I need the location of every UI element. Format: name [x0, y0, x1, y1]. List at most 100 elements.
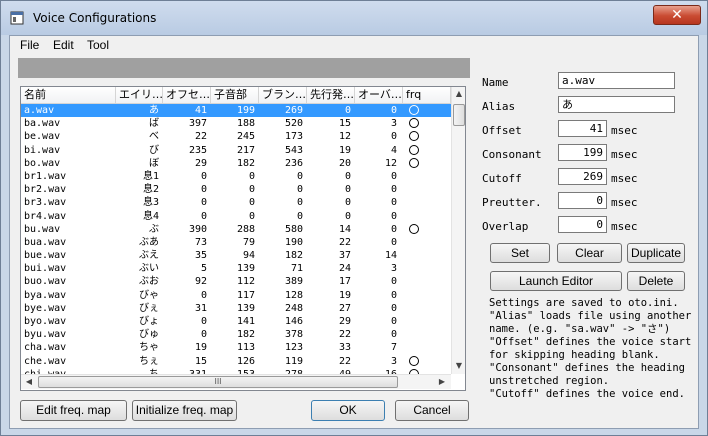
col-header-consonant[interactable]: 子音部	[211, 87, 259, 103]
voice-config-window: Voice Configurations ✕ File Edit Tool 名前…	[0, 0, 708, 436]
cutoff-label: Cutoff	[482, 172, 522, 185]
table-row[interactable]: bui.wav ぶい 5 139 71 24 3	[21, 262, 451, 275]
offset-unit: msec	[611, 124, 638, 137]
table-cell: 20	[338, 157, 351, 169]
clear-button[interactable]: Clear	[557, 243, 622, 263]
scroll-right-icon[interactable]: ▶	[435, 375, 449, 389]
table-row[interactable]: bi.wav び 235 217 543 19 4	[21, 144, 451, 157]
table-cell: che.wav	[24, 355, 67, 367]
title-bar[interactable]: Voice Configurations ✕	[1, 1, 707, 35]
table-row[interactable]: bue.wav ぶえ 35 94 182 37 14	[21, 249, 451, 262]
table-cell: 37	[338, 250, 351, 262]
menu-tool[interactable]: Tool	[87, 38, 109, 52]
voice-list[interactable]: 名前 エイリ… オフセ… 子音部 ブラン… 先行発… オーバ… frq a.wa…	[20, 86, 466, 391]
launch-editor-button[interactable]: Launch Editor	[490, 271, 622, 291]
table-row[interactable]: br2.wav 息2 0 0 0 0 0	[21, 183, 451, 196]
frq-circle-icon	[409, 118, 419, 129]
table-row[interactable]: bua.wav ぶあ 73 79 190 22 0	[21, 236, 451, 249]
col-header-name[interactable]: 名前	[21, 87, 116, 103]
consonant-field[interactable]: 199	[558, 144, 607, 161]
table-cell: ba.wav	[24, 118, 61, 130]
table-cell: 0	[390, 329, 397, 341]
duplicate-button[interactable]: Duplicate	[627, 243, 685, 263]
ok-button[interactable]: OK	[311, 400, 385, 421]
table-row[interactable]: bu.wav ぶ 390 288 580 14 0	[21, 223, 451, 236]
table-cell: ぶあ	[139, 236, 159, 248]
horizontal-scrollbar[interactable]: ◀ III ▶	[21, 374, 451, 389]
table-cell: 5	[200, 263, 207, 275]
set-button[interactable]: Set	[490, 243, 550, 263]
client-area: File Edit Tool 名前 エイリ… オフセ… 子音部 ブラン… 先行発…	[9, 35, 699, 429]
offset-field[interactable]: 41	[558, 120, 607, 137]
table-cell: 0	[390, 302, 397, 314]
table-cell: 14	[384, 250, 397, 262]
name-field[interactable]: a.wav	[558, 72, 675, 89]
table-row[interactable]: bya.wav びゃ 0 117 128 19 0	[21, 289, 451, 302]
table-cell: 0	[248, 197, 255, 209]
table-row[interactable]: buo.wav ぶお 92 112 389 17 0	[21, 275, 451, 288]
table-cell: 378	[284, 329, 303, 341]
scroll-left-icon[interactable]: ◀	[22, 375, 36, 389]
table-cell: 0	[248, 170, 255, 182]
table-row[interactable]: ba.wav ば 397 188 520 15 3	[21, 117, 451, 130]
table-cell: 41	[194, 105, 207, 116]
table-cell: 3	[390, 263, 397, 275]
table-cell: 92	[194, 276, 207, 288]
table-row[interactable]: byu.wav びゅ 0 182 378 22 0	[21, 328, 451, 341]
alias-field[interactable]: あ	[558, 96, 675, 113]
close-button[interactable]: ✕	[653, 5, 701, 25]
scroll-up-icon[interactable]: ▲	[452, 87, 465, 101]
table-cell: びょ	[139, 316, 159, 327]
frq-status	[409, 104, 439, 117]
delete-button[interactable]: Delete	[627, 271, 685, 291]
table-row[interactable]: bo.wav ぼ 29 182 236 20 12	[21, 157, 451, 170]
col-header-frq[interactable]: frq	[403, 87, 451, 103]
table-row[interactable]: a.wav あ 41 199 269 0 0	[21, 104, 451, 118]
preutter-label: Preutter.	[482, 196, 542, 209]
table-row[interactable]: che.wav ちぇ 15 126 119 22 3	[21, 355, 451, 368]
table-cell: 14	[338, 223, 351, 235]
table-cell: bue.wav	[24, 250, 67, 262]
col-header-preutter[interactable]: 先行発…	[307, 87, 355, 103]
col-header-blank[interactable]: ブラン…	[259, 87, 307, 103]
table-cell: 31	[194, 302, 207, 314]
table-cell: ぶお	[139, 276, 159, 288]
initialize-freq-map-button[interactable]: Initialize freq. map	[132, 400, 237, 421]
table-cell: bu.wav	[24, 223, 61, 235]
cutoff-field[interactable]: 269	[558, 168, 607, 185]
cutoff-unit: msec	[611, 172, 638, 185]
table-row[interactable]: be.wav べ 22 245 173 12 0	[21, 130, 451, 143]
menu-edit[interactable]: Edit	[53, 38, 74, 52]
horizontal-scroll-thumb[interactable]: III	[38, 376, 398, 388]
preutter-field[interactable]: 0	[558, 192, 607, 209]
table-row[interactable]: br3.wav 息3 0 0 0 0 0	[21, 196, 451, 209]
table-row[interactable]: cha.wav ちゃ 19 113 123 33 7	[21, 341, 451, 354]
table-cell: byu.wav	[24, 329, 67, 341]
table-cell: 12	[338, 131, 351, 143]
col-header-overlap[interactable]: オーバ…	[355, 87, 403, 103]
scroll-down-icon[interactable]: ▼	[452, 359, 465, 373]
offset-label: Offset	[482, 124, 522, 137]
table-cell: br4.wav	[24, 210, 67, 222]
menu-file[interactable]: File	[20, 38, 39, 52]
table-cell: 119	[284, 355, 303, 367]
table-row[interactable]: bye.wav びぇ 31 139 248 27 0	[21, 302, 451, 315]
edit-freq-map-button[interactable]: Edit freq. map	[20, 400, 127, 421]
table-row[interactable]: br1.wav 息1 0 0 0 0 0	[21, 170, 451, 183]
table-cell: 113	[236, 342, 255, 354]
frq-status	[409, 144, 439, 157]
table-cell: 0	[390, 289, 397, 301]
table-row[interactable]: br4.wav 息4 0 0 0 0 0	[21, 210, 451, 223]
vertical-scroll-thumb[interactable]	[453, 104, 465, 126]
frq-circle-icon	[409, 157, 419, 168]
table-cell: びゅ	[139, 329, 159, 341]
overlap-field[interactable]: 0	[558, 216, 607, 233]
table-cell: 19	[338, 289, 351, 301]
vertical-scrollbar[interactable]: ▲ ▼	[451, 87, 465, 374]
col-header-alias[interactable]: エイリ…	[116, 87, 163, 103]
table-cell: 182	[284, 250, 303, 262]
cancel-button[interactable]: Cancel	[395, 400, 469, 421]
table-cell: 139	[236, 263, 255, 275]
col-header-offset[interactable]: オフセ…	[163, 87, 211, 103]
table-row[interactable]: byo.wav びょ 0 141 146 29 0	[21, 315, 451, 328]
